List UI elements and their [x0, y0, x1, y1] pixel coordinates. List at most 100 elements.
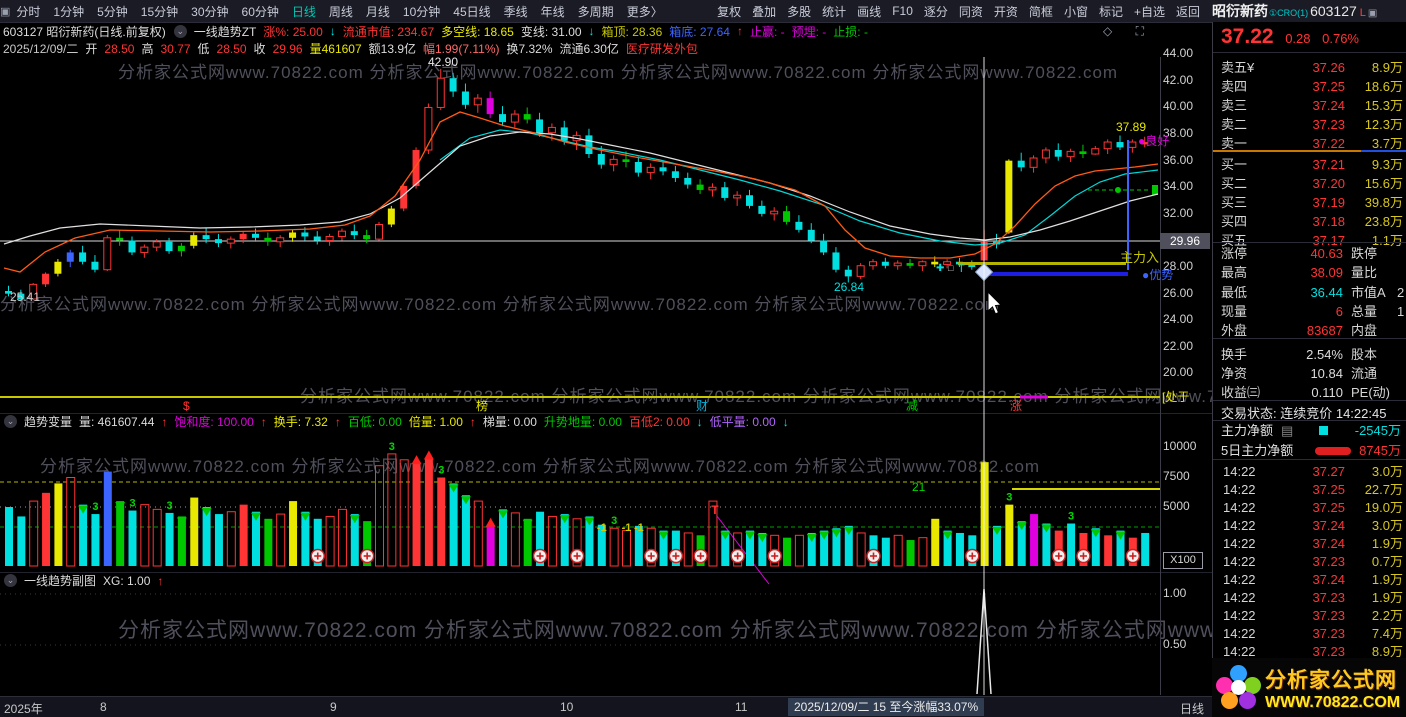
- menu-period-日线[interactable]: 日线: [292, 3, 316, 20]
- window-icon[interactable]: ▣: [0, 5, 10, 18]
- status-segment: 流通市值: 234.67: [342, 24, 435, 39]
- menu-period-年线[interactable]: 年线: [541, 3, 565, 20]
- menu-tool-多股[interactable]: 多股: [787, 3, 811, 20]
- menu-period-30分钟[interactable]: 30分钟: [191, 3, 228, 20]
- status-segment: 多空线: 18.65: [441, 24, 514, 39]
- menu-period-45日线[interactable]: 45日线: [453, 3, 490, 20]
- menu-tool-简框[interactable]: 简框: [1029, 3, 1053, 20]
- queue-row: 卖四 37.25 18.6万: [1221, 79, 1403, 94]
- status-segment: 升势地量: 0.00: [543, 415, 622, 429]
- stock-code: 603127: [1310, 3, 1357, 19]
- trade-row: 14:22 37.23 0.7万: [1223, 554, 1403, 569]
- menu-tool-叠加[interactable]: 叠加: [752, 3, 776, 20]
- menu-period-多周期[interactable]: 多周期: [578, 3, 614, 20]
- volume-indicator-bar: ⌄ 趋势变量 量: 461607.44 ↑ 饱和度: 100.00 ↑ 换手: 7.32 ↑ 百…: [0, 413, 1212, 429]
- status-segment: 百低: 0.00: [347, 415, 402, 429]
- menu-tool-开资[interactable]: 开资: [994, 3, 1018, 20]
- stats-row: 现量 6 总量 1: [1221, 303, 1405, 319]
- menu-tool-复权[interactable]: 复权: [717, 3, 741, 20]
- candlestick-chart[interactable]: $ 榜财减涨3 3 333-13-1 -1T332142.9025.4126.8437.…: [0, 0, 1212, 696]
- svg-text:$: $: [183, 399, 190, 413]
- menu-tool-返回[interactable]: 返回: [1176, 3, 1200, 20]
- svg-text:-1: -1: [597, 522, 607, 534]
- status-segment: 涨%: 25.00: [263, 24, 323, 39]
- x-axis-label: 2025年: [4, 702, 43, 716]
- status-segment: 百低2: 0.00: [628, 415, 690, 429]
- status-segment: 量461607: [309, 42, 362, 56]
- five-day-flow-row: 5日主力净额 8745万: [1221, 443, 1401, 458]
- menu-period-5分钟[interactable]: 5分钟: [97, 3, 128, 20]
- status-segment: 高: [141, 42, 154, 56]
- stock-name: 昭衍新药: [1212, 3, 1268, 19]
- menu-period-更多〉[interactable]: 更多〉: [627, 3, 663, 20]
- time-axis-bar: 2025年 8 9 10 11 2025/12/09/二 15 至今涨幅33.07% 日…: [0, 696, 1212, 717]
- svg-text:-1: -1: [634, 522, 644, 534]
- axis-label: 0.50: [1163, 637, 1187, 651]
- menu-period-10分钟[interactable]: 10分钟: [403, 3, 440, 20]
- trade-row: 14:22 37.23 7.4万: [1223, 626, 1403, 641]
- stock-flag: L: [1359, 7, 1366, 19]
- menu-tool-小窗[interactable]: 小窗: [1064, 3, 1088, 20]
- status-segment: ↑: [469, 414, 476, 429]
- trade-row: 14:22 37.24 1.9万: [1223, 572, 1403, 587]
- trade-row: 14:22 37.24 1.9万: [1223, 536, 1403, 551]
- flower-icon: [1216, 664, 1262, 711]
- volume-unit-box: X100: [1163, 552, 1203, 569]
- axis-label: 34.00: [1163, 179, 1194, 193]
- svg-text:3: 3: [611, 515, 617, 527]
- menu-tool-标记[interactable]: 标记: [1099, 3, 1123, 20]
- axis-label: 7500: [1163, 469, 1190, 483]
- queue-row: 买四 37.18 23.8万: [1221, 214, 1403, 229]
- layout-icon[interactable]: ▣: [1368, 8, 1377, 19]
- status-segment: ↑: [260, 414, 267, 429]
- info-bar-icons[interactable]: ◇ ⛶: [1103, 24, 1154, 39]
- svg-text:T: T: [711, 503, 719, 517]
- status-segment: 变线: 31.00: [520, 24, 582, 39]
- menu-tool-画线[interactable]: 画线: [857, 3, 881, 20]
- status-segment: 低平量: 0.00: [709, 415, 776, 429]
- trade-row: 14:22 37.23 2.2万: [1223, 608, 1403, 623]
- axis-label: 40.00: [1163, 99, 1194, 113]
- collapse-chevron-icon[interactable]: ⌄: [173, 24, 187, 38]
- selected-date-box: 2025/12/09/二 15 至今涨幅33.07%: [788, 698, 985, 716]
- menu-period-周线[interactable]: 周线: [329, 3, 353, 20]
- menu-period-60分钟[interactable]: 60分钟: [242, 3, 279, 20]
- stats-row: 净资 10.84 流通: [1221, 365, 1378, 381]
- logo-line2: WWW.70822.COM: [1265, 693, 1401, 711]
- menu-tool-统计[interactable]: 统计: [822, 3, 846, 20]
- axis-label: 32.00: [1163, 206, 1194, 220]
- stats-row: 涨停 40.63 跌停: [1221, 246, 1378, 261]
- status-segment: 饱和度: 100.00: [174, 415, 254, 429]
- collapse-chevron-icon[interactable]: ⌄: [4, 574, 17, 587]
- axis-label: 1.00: [1163, 586, 1187, 600]
- svg-text:□: □: [948, 263, 954, 273]
- svg-text:37.89: 37.89: [1116, 120, 1146, 134]
- status-segment: 603127 昭衍新药(日线.前复权): [3, 24, 166, 39]
- menu-period-15分钟[interactable]: 15分钟: [141, 3, 178, 20]
- status-segment: 开: [85, 42, 98, 56]
- site-logo: 分析家公式网 WWW.70822.COM: [1212, 658, 1406, 717]
- menu-tool-F10[interactable]: F10: [892, 4, 913, 18]
- menu-tool-逐分[interactable]: 逐分: [924, 3, 948, 20]
- svg-text:21: 21: [912, 480, 926, 494]
- status-segment: 换7.32%: [506, 42, 553, 56]
- svg-text:✚: ✚: [936, 263, 944, 274]
- trade-row: 14:22 37.24 3.0万: [1223, 518, 1403, 533]
- status-segment: 止损: -: [833, 24, 868, 39]
- menu-tool-+自选[interactable]: +自选: [1134, 3, 1165, 20]
- menu-period-月线[interactable]: 月线: [366, 3, 390, 20]
- menu-period-分时[interactable]: 分时: [16, 3, 40, 20]
- menu-period-季线[interactable]: 季线: [504, 3, 528, 20]
- trade-row: 14:22 37.23 1.9万: [1223, 590, 1403, 605]
- status-segment: 低: [197, 42, 210, 56]
- quote-panel: 37.22 0.28 0.76% 卖五¥ 37.26 8.9万 卖四 37.25 18.6…: [1212, 22, 1406, 717]
- menu-tool-同资[interactable]: 同资: [959, 3, 983, 20]
- collapse-chevron-icon[interactable]: ⌄: [4, 415, 17, 428]
- watermark: 分析家公式网www.70822.com 分析家公式网www.70822.com …: [40, 457, 1041, 476]
- stock-tag: ①CRO(1): [1269, 8, 1309, 18]
- status-segment: 箱顶: 28.36: [601, 24, 663, 39]
- axis-label: 5000: [1163, 499, 1190, 513]
- menu-period-1分钟[interactable]: 1分钟: [53, 3, 84, 20]
- list-icon[interactable]: ▤: [1281, 421, 1293, 440]
- queue-row: 买二 37.20 15.6万: [1221, 176, 1403, 191]
